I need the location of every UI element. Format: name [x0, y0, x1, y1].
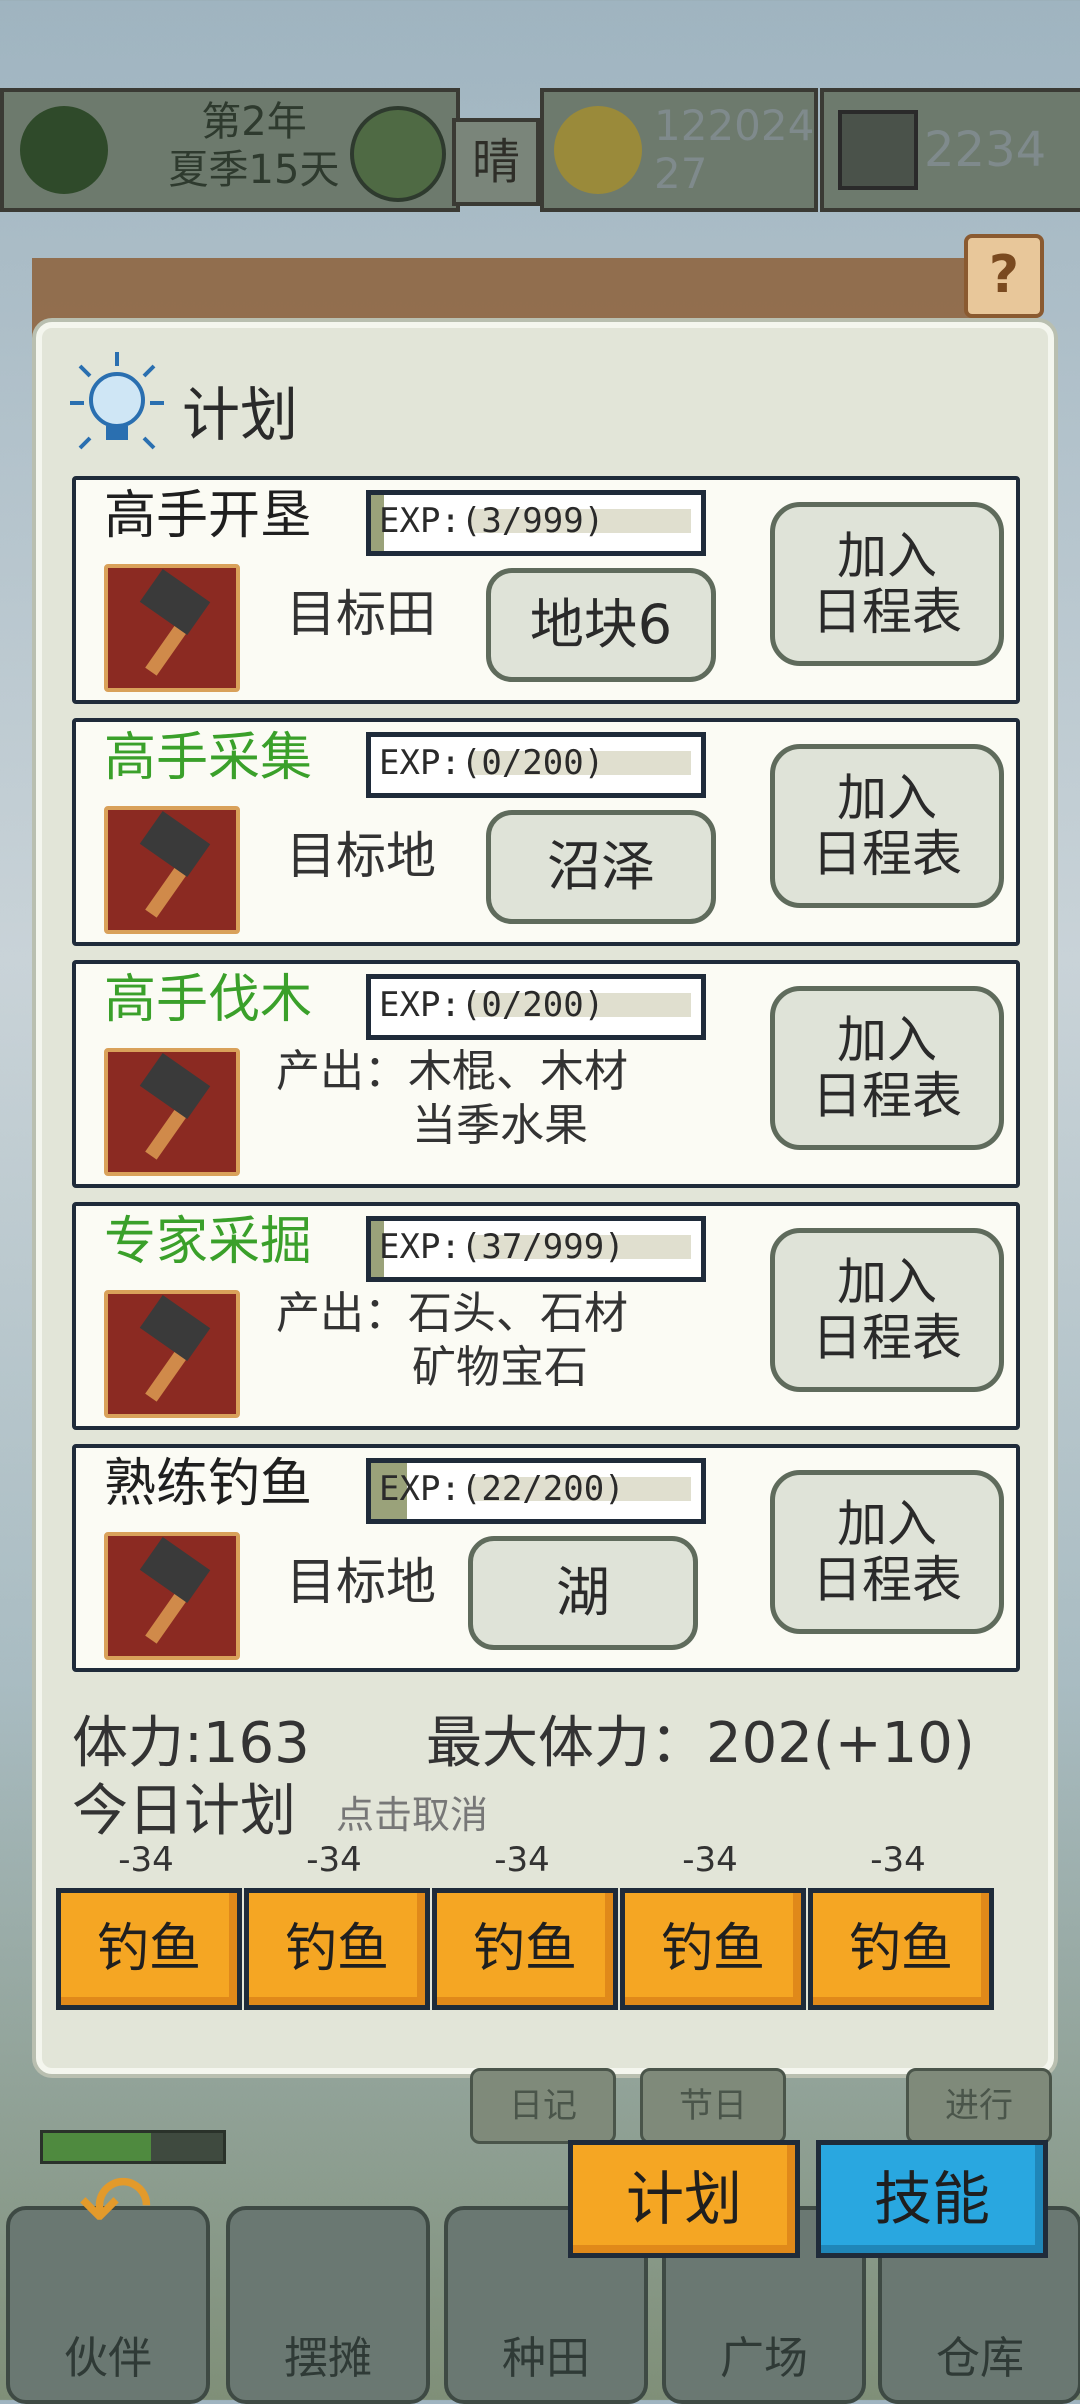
coin-amount: 122024 — [654, 101, 815, 150]
nav-partner-label: 伙伴 — [64, 2333, 152, 2384]
nav-stall-label: 摆摊 — [284, 2333, 372, 2384]
slot-cost: -34 — [682, 1840, 738, 1880]
exp-text: EXP:(37/999) — [379, 1227, 625, 1267]
top-status-bar: 第2年 夏季15天 122024 27 2234 — [0, 88, 1080, 212]
exp-text: EXP:(3/999) — [379, 501, 605, 541]
add-label-1: 加入 — [837, 527, 937, 585]
exp-bar: EXP:(37/999) — [366, 1216, 706, 1282]
skill-button[interactable]: 技能 — [816, 2140, 1048, 2258]
add-to-schedule-button[interactable]: 加入 日程表 — [770, 1470, 1004, 1634]
fishing-rod-icon — [104, 1532, 240, 1660]
date-box: 第2年 夏季15天 — [0, 88, 460, 212]
gem-box: 2234 — [820, 88, 1080, 212]
target-label: 目标地 — [286, 827, 436, 885]
output-text-2: 当季水果 — [412, 1100, 588, 1151]
slot-cost: -34 — [870, 1840, 926, 1880]
lightbulb-icon — [70, 352, 164, 450]
coin-box: 122024 27 — [540, 88, 818, 212]
coin-icon — [554, 106, 642, 194]
clock-icon[interactable] — [350, 106, 446, 202]
skill-card: 高手伐木 EXP:(0/200) 产出：木棍、木材 当季水果 加入 日程表 — [72, 960, 1020, 1188]
skill-card: 专家采掘 EXP:(37/999) 产出：石头、石材 矿物宝石 加入 日程表 — [72, 1202, 1020, 1430]
nav-warehouse-label: 仓库 — [936, 2333, 1024, 2384]
add-label-2: 日程表 — [812, 1309, 962, 1367]
back-arrow-icon[interactable]: ↶ — [66, 2158, 166, 2258]
skill-name: 熟练钓鱼 — [104, 1454, 313, 1514]
slot-cost: -34 — [494, 1840, 550, 1880]
gem-amount: 2234 — [924, 122, 1047, 178]
plan-slot[interactable]: 钓鱼 — [56, 1888, 242, 2010]
plan-slot[interactable]: 钓鱼 — [432, 1888, 618, 2010]
exp-bar: EXP:(3/999) — [366, 490, 706, 556]
weather-indicator: 晴 — [452, 118, 540, 206]
exp-text: EXP:(0/200) — [379, 985, 605, 1025]
plan-slot[interactable]: 钓鱼 — [244, 1888, 430, 2010]
add-label-2: 日程表 — [812, 825, 962, 883]
date-season-day: 夏季15天 — [168, 147, 340, 193]
output-text: 产出：木棍、木材 — [276, 1046, 628, 1097]
plan-button[interactable]: 计划 — [568, 2140, 800, 2258]
max-stamina-value: 最大体力：202(+10) — [426, 1711, 975, 1776]
target-select-button[interactable]: 湖 — [468, 1536, 698, 1650]
tab-diary[interactable]: 日记 — [470, 2068, 616, 2144]
tab-festival[interactable]: 节日 — [640, 2068, 786, 2144]
add-to-schedule-button[interactable]: 加入 日程表 — [770, 986, 1004, 1150]
skill-name: 高手开垦 — [104, 486, 313, 546]
target-label: 目标地 — [286, 1553, 436, 1611]
add-label-2: 日程表 — [812, 1067, 962, 1125]
nav-farming-label: 种田 — [502, 2333, 590, 2384]
output-text-2: 矿物宝石 — [412, 1342, 588, 1393]
coin-amount-2: 27 — [654, 149, 708, 198]
date-year: 第2年 — [201, 99, 307, 145]
add-label-2: 日程表 — [812, 583, 962, 641]
add-label-1: 加入 — [837, 1495, 937, 1553]
slot-cost: -34 — [306, 1840, 362, 1880]
nav-stall[interactable]: 摆摊 — [226, 2206, 430, 2404]
add-label-1: 加入 — [837, 769, 937, 827]
add-label-1: 加入 — [837, 1011, 937, 1069]
plan-panel: 计划 高手开垦 EXP:(3/999) 目标田 地块6 加入 日程表 高手采集 … — [36, 322, 1054, 2074]
gem-icon — [838, 110, 918, 190]
plan-slot[interactable]: 钓鱼 — [808, 1888, 994, 2010]
season-icon — [20, 106, 108, 194]
cancel-hint: 点击取消 — [336, 1793, 489, 1837]
help-button[interactable]: ? — [964, 234, 1044, 318]
target-label: 目标田 — [286, 585, 436, 643]
exp-text: EXP:(0/200) — [379, 743, 605, 783]
pickaxe-icon — [104, 1290, 240, 1418]
panel-title: 计划 — [182, 381, 299, 449]
skill-card: 高手开垦 EXP:(3/999) 目标田 地块6 加入 日程表 — [72, 476, 1020, 704]
nav-plaza-label: 广场 — [720, 2333, 808, 2384]
exp-bar: EXP:(0/200) — [366, 974, 706, 1040]
slot-cost: -34 — [118, 1840, 174, 1880]
add-label-1: 加入 — [837, 1253, 937, 1311]
exp-bar: EXP:(0/200) — [366, 732, 706, 798]
add-to-schedule-button[interactable]: 加入 日程表 — [770, 502, 1004, 666]
exp-text: EXP:(22/200) — [379, 1469, 625, 1509]
plan-slot[interactable]: 钓鱼 — [620, 1888, 806, 2010]
skill-name: 高手采集 — [104, 728, 313, 788]
output-text: 产出：石头、石材 — [276, 1288, 628, 1339]
today-plan-label: 今日计划 — [72, 1779, 296, 1844]
exp-bar: EXP:(22/200) — [366, 1458, 706, 1524]
axe-icon — [104, 1048, 240, 1176]
skill-card: 熟练钓鱼 EXP:(22/200) 目标地 湖 加入 日程表 — [72, 1444, 1020, 1672]
tab-progress[interactable]: 进行 — [906, 2068, 1052, 2144]
add-to-schedule-button[interactable]: 加入 日程表 — [770, 744, 1004, 908]
target-select-button[interactable]: 沼泽 — [486, 810, 716, 924]
add-to-schedule-button[interactable]: 加入 日程表 — [770, 1228, 1004, 1392]
skill-card: 高手采集 EXP:(0/200) 目标地 沼泽 加入 日程表 — [72, 718, 1020, 946]
hammer-icon — [104, 564, 240, 692]
skill-name: 专家采掘 — [104, 1212, 313, 1272]
basket-icon — [104, 806, 240, 934]
skill-name: 高手伐木 — [104, 970, 313, 1030]
target-select-button[interactable]: 地块6 — [486, 568, 716, 682]
add-label-2: 日程表 — [812, 1551, 962, 1609]
